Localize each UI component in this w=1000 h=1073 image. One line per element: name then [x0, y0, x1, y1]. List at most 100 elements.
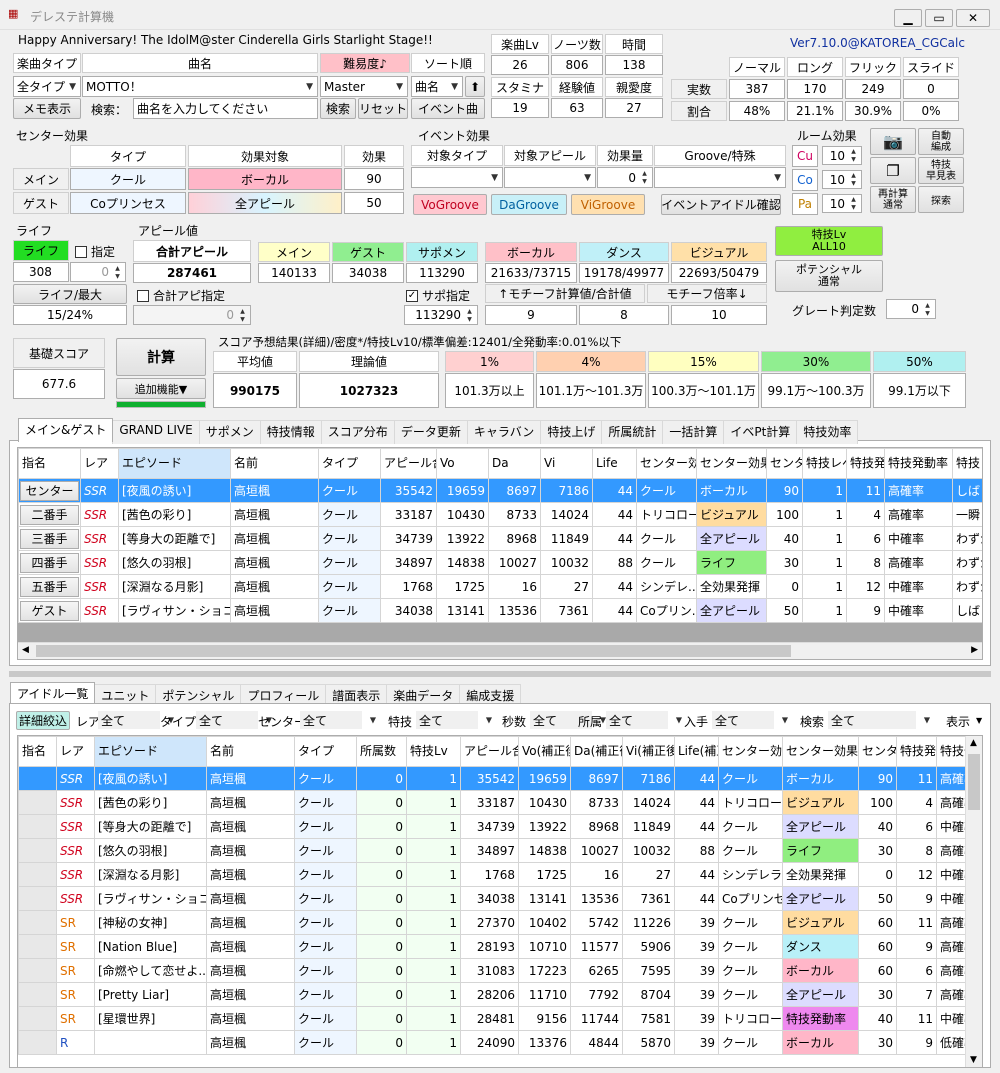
- top-tab[interactable]: サポメン: [198, 420, 261, 444]
- splitter[interactable]: [9, 671, 991, 677]
- filter-select[interactable]: 全て ▼: [606, 711, 682, 729]
- table-row[interactable]: SSR[ラヴィサン・ショコラ]高垣楓クール0134038131411353673…: [18, 886, 982, 911]
- room-effect-stepper[interactable]: 10 ▲ ▼: [822, 146, 862, 165]
- slot-button[interactable]: 二番手: [20, 504, 79, 525]
- skill-lv-cell[interactable]: 1: [406, 1030, 461, 1055]
- unit-table-header[interactable]: センター: [766, 448, 803, 479]
- minimize-button[interactable]: ▁: [894, 9, 922, 27]
- sort-select[interactable]: 曲名 ▼: [411, 76, 463, 97]
- table-row[interactable]: センター SSR [夜風の誘い] 高垣楓 クール 35542 19659 8697 7186 44…: [18, 478, 982, 503]
- difficulty-select[interactable]: Master ▼: [320, 76, 408, 97]
- horizontal-scrollbar[interactable]: ◀ ▶: [18, 642, 982, 659]
- owned-count-cell[interactable]: 0: [356, 958, 407, 983]
- table-row[interactable]: SSR [茜色の彩り] 高垣楓 クール 0 1 33187 10430 8733 14024 44 ト…: [18, 790, 982, 815]
- idol-table-header[interactable]: Vi(補正後): [622, 736, 675, 767]
- skill-lv-cell[interactable]: 1: [406, 838, 461, 863]
- unit-table-header[interactable]: 特技レベル: [802, 448, 847, 479]
- owned-count-cell[interactable]: 0: [356, 790, 407, 815]
- unit-table-header[interactable]: 特技発動率: [884, 448, 953, 479]
- life-specify-checkbox[interactable]: 指定: [75, 243, 115, 260]
- memo-button[interactable]: メモ表示: [13, 98, 81, 119]
- calc-button[interactable]: 計算: [116, 338, 206, 376]
- idol-table-header[interactable]: センター効果対象: [782, 736, 859, 767]
- sort-direction-button[interactable]: ⬆: [465, 76, 485, 97]
- pick-cell[interactable]: [18, 1006, 57, 1031]
- table-row[interactable]: 五番手 SSR [深淵なる月影] 高垣楓 クール 1768 1725 16 27 44 シンデレ..…: [18, 574, 982, 599]
- table-row[interactable]: SR [星環世界] 高垣楓 クール 0 1 28481 9156 11744 7581 39 トリコロ…: [18, 1006, 982, 1031]
- skill-lv-cell[interactable]: 1: [406, 814, 461, 839]
- event-idol-confirm-button[interactable]: イベントアイドル確認: [661, 194, 781, 215]
- unit-table-header[interactable]: Vo: [436, 448, 489, 479]
- owned-count-cell[interactable]: 0: [356, 838, 407, 863]
- pick-cell[interactable]: [18, 910, 57, 935]
- top-tab[interactable]: 所属統計: [601, 420, 664, 444]
- search-input[interactable]: 曲名を入力してください: [133, 98, 318, 119]
- support-appeal-spin[interactable]: 113290 ▲ ▼: [404, 305, 478, 325]
- explore-button[interactable]: 探索: [918, 186, 964, 213]
- filter-select[interactable]: 全て ▼: [300, 711, 376, 729]
- slot-button[interactable]: ゲスト: [20, 600, 79, 621]
- idol-table-header[interactable]: 指名: [18, 736, 57, 767]
- top-tab[interactable]: データ更新: [393, 420, 468, 444]
- skill-lv-cell[interactable]: 1: [406, 934, 461, 959]
- room-effect-stepper[interactable]: 10 ▲ ▼: [822, 170, 862, 189]
- event-type-select[interactable]: ▼: [411, 167, 503, 188]
- scrollbar-thumb[interactable]: [968, 754, 980, 810]
- pick-cell[interactable]: [18, 766, 57, 791]
- table-row[interactable]: SR [Nation Blue] 高垣楓 クール 0 1 28193 10710 11577 59…: [18, 934, 982, 959]
- vo-groove-button[interactable]: VoGroove: [413, 194, 487, 215]
- unit-table-header[interactable]: 特技発動: [846, 448, 885, 479]
- idol-table-header[interactable]: Life(補正): [674, 736, 719, 767]
- event-appeal-select[interactable]: ▼: [504, 167, 596, 188]
- unit-table-header[interactable]: Vi: [540, 448, 593, 479]
- idol-table-header[interactable]: センター効果タイプ: [718, 736, 783, 767]
- pick-cell[interactable]: [18, 982, 57, 1007]
- owned-count-cell[interactable]: 0: [356, 814, 407, 839]
- owned-count-cell[interactable]: 0: [356, 766, 407, 791]
- idol-table-header[interactable]: レア: [56, 736, 95, 767]
- song-name-select[interactable]: MOTTO！ ▼: [82, 76, 318, 97]
- table-row[interactable]: SSR[深淵なる月影]高垣楓クール0117681725162744シンデレラ..…: [18, 862, 982, 887]
- slot-button[interactable]: 三番手: [20, 528, 79, 549]
- chevron-down-icon[interactable]: ▼: [976, 716, 982, 725]
- idol-table-header[interactable]: Vo(補正後): [518, 736, 571, 767]
- pick-cell[interactable]: [18, 1030, 57, 1055]
- table-row[interactable]: 四番手 SSR [悠久の羽根] 高垣楓 クール 34897 14838 10027 10032 8…: [18, 550, 982, 575]
- reset-button[interactable]: リセット: [358, 98, 408, 119]
- unit-table-header[interactable]: タイプ: [318, 448, 381, 479]
- skill-lv-button[interactable]: 特技Lv ALL10: [775, 226, 883, 256]
- unit-table-header[interactable]: 名前: [230, 448, 319, 479]
- table-row[interactable]: SR [Pretty Liar] 高垣楓 クール 0 1 28206 11710 7792 870…: [18, 982, 982, 1007]
- scrollbar-thumb[interactable]: [36, 645, 791, 657]
- unit-table-header[interactable]: レア: [80, 448, 119, 479]
- event-amount-stepper[interactable]: 0 ▲ ▼: [597, 167, 653, 188]
- top-tab[interactable]: 特技上げ: [540, 420, 603, 444]
- pick-cell[interactable]: [18, 886, 57, 911]
- filter-select[interactable]: 全て ▼: [416, 711, 492, 729]
- song-type-select[interactable]: 全タイプ ▼: [13, 76, 81, 97]
- slot-button[interactable]: 四番手: [20, 552, 79, 573]
- skill-lv-cell[interactable]: 1: [406, 886, 461, 911]
- table-row[interactable]: SSR [悠久の羽根] 高垣楓 クール 0 1 34897 14838 10027 10032 88…: [18, 838, 982, 863]
- owned-count-cell[interactable]: 0: [356, 1030, 407, 1055]
- total-appeal-specify-checkbox[interactable]: 合計アピ指定: [137, 287, 225, 304]
- scroll-left-icon[interactable]: ◀: [22, 645, 29, 655]
- potential-button[interactable]: ポテンシャル 通常: [775, 260, 883, 292]
- da-groove-button[interactable]: DaGroove: [491, 194, 567, 215]
- unit-table-header[interactable]: センター効果タイプ: [636, 448, 697, 479]
- top-tab[interactable]: キャラバン: [466, 420, 542, 444]
- table-row[interactable]: SSR [等身大の距離で] 高垣楓 クール 0 1 34739 13922 8968 11849 4…: [18, 814, 982, 839]
- top-tab[interactable]: イベPt計算: [723, 420, 798, 444]
- pick-cell[interactable]: [18, 958, 57, 983]
- filter-select[interactable]: 全て ▼: [828, 711, 930, 729]
- unit-table-header[interactable]: エピソード: [118, 448, 231, 479]
- total-appeal-spin[interactable]: 0 ▲ ▼: [133, 305, 251, 325]
- top-tab[interactable]: スコア分布: [320, 420, 395, 444]
- vi-groove-button[interactable]: ViGroove: [571, 194, 645, 215]
- table-row[interactable]: SR [命燃やして恋せよ... 高垣楓 クール 0 1 31083 17223 6265 7595…: [18, 958, 982, 983]
- filter-select[interactable]: 全て ▼: [98, 711, 174, 729]
- skill-lv-cell[interactable]: 1: [406, 1006, 461, 1031]
- display-label[interactable]: 表示: [946, 713, 970, 730]
- unit-table-header[interactable]: Life: [592, 448, 637, 479]
- pick-cell[interactable]: [18, 934, 57, 959]
